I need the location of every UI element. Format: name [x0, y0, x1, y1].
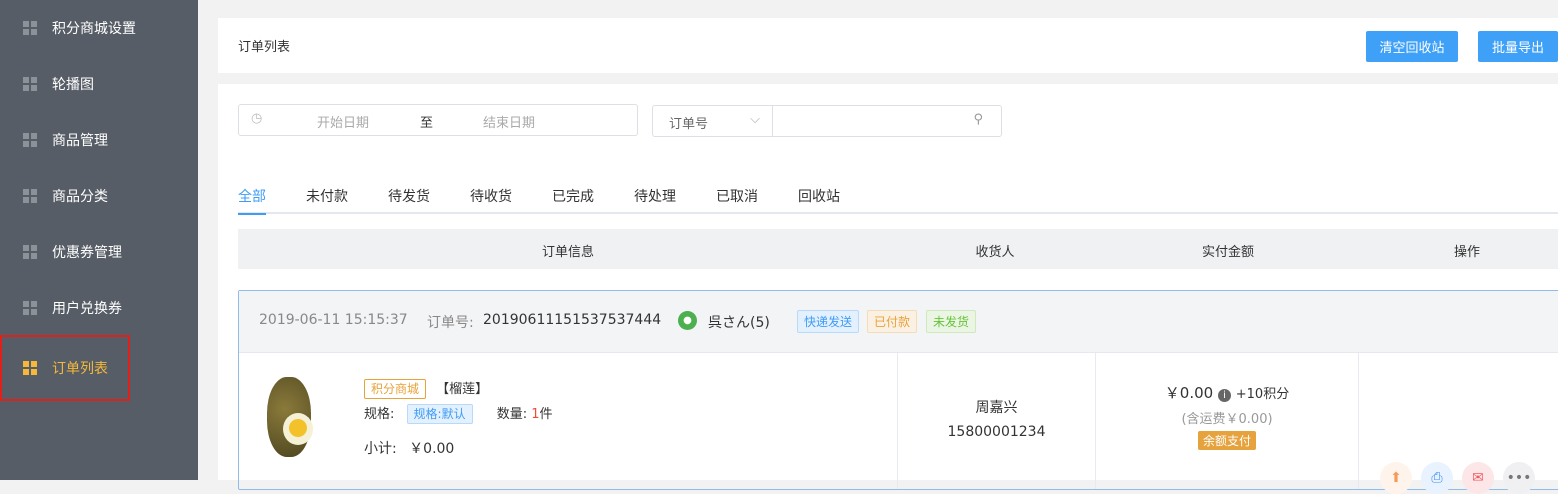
date-range-picker[interactable]: ◷ 开始日期 至 结束日期	[238, 104, 638, 136]
sidebar-item-user-coupons[interactable]: 用户兑换券	[0, 280, 198, 336]
product-info: 积分商城 【榴莲】 规格: 规格:默认 数量: 1件 小计: ￥0.00	[364, 378, 553, 458]
info-icon[interactable]: i	[1217, 389, 1231, 402]
points: +10积分	[1235, 387, 1290, 402]
sidebar-item-label: 订单列表	[52, 361, 108, 377]
product-image	[261, 373, 316, 461]
order-panel: ◷ 开始日期 至 结束日期 订单号 ⌵ ⚲ 全部 未付款 待发货 待收货 已完成 …	[218, 84, 1558, 494]
sidebar-item-products[interactable]: 商品管理	[0, 112, 198, 168]
grid-icon	[23, 21, 37, 35]
range-separator: 至	[420, 116, 434, 131]
sidebar-item-categories[interactable]: 商品分类	[0, 168, 198, 224]
amount-cell: ￥0.00 i +10积分 (含运费￥0.00) 余额支付	[1095, 353, 1358, 489]
shipping-tag: 快递发送	[797, 310, 860, 333]
search-field-select[interactable]: 订单号 ⌵	[652, 105, 773, 137]
order-status-tabs: 全部 未付款 待发货 待收货 已完成 待处理 已取消 回收站	[238, 184, 1558, 215]
sidebar-item-label: 积分商城设置	[52, 21, 136, 37]
chevron-down-icon: ⌵	[750, 112, 760, 127]
spec-tag: 规格:默认	[406, 404, 473, 424]
grid-icon	[23, 77, 37, 91]
receiver-phone: 15800001234	[947, 424, 1046, 440]
page-header: 订单列表 清空回收站 批量导出	[218, 18, 1558, 73]
subtotal-label: 小计:	[364, 441, 397, 457]
qty-label: 数量:	[496, 407, 528, 422]
sidebar-item-label: 轮播图	[52, 77, 94, 93]
tab-to-receive[interactable]: 待收货	[470, 186, 512, 206]
print-icon[interactable]: ⎙	[1421, 462, 1453, 494]
qty-unit: 件	[539, 407, 553, 422]
product-name[interactable]: 【榴莲】	[436, 382, 488, 397]
sidebar-item-orders[interactable]: 订单列表	[0, 335, 130, 401]
tab-cancelled[interactable]: 已取消	[716, 186, 758, 206]
sidebar: 积分商城设置 轮播图 商品管理 商品分类 优惠券管理 用户兑换券 订单列表	[0, 0, 198, 480]
end-date-input[interactable]: 结束日期	[483, 112, 535, 131]
grid-icon	[23, 245, 37, 259]
grid-icon	[23, 361, 37, 375]
tab-unpaid[interactable]: 未付款	[306, 186, 348, 206]
order-time: 2019-06-11 15:15:37	[259, 312, 408, 328]
buyer-name[interactable]: 呉さん(5)	[708, 312, 770, 332]
start-date-input[interactable]: 开始日期	[317, 112, 369, 131]
order-no-label: 订单号:	[427, 315, 474, 331]
paid-amount: ￥0.00	[1164, 384, 1214, 402]
order-row: 2019-06-11 15:15:37 订单号: 201906111515375…	[238, 290, 1558, 494]
grid-icon	[23, 301, 37, 315]
paid-tag: 已付款	[867, 310, 918, 333]
subtotal-value: ￥0.00	[409, 441, 455, 457]
unshipped-tag: 未发货	[926, 310, 977, 333]
sidebar-item-label: 用户兑换券	[52, 301, 122, 317]
search-input[interactable]: ⚲	[773, 105, 1002, 137]
order-no: 20190611151537537444	[483, 312, 662, 328]
select-value: 订单号	[669, 117, 709, 132]
order-header: 2019-06-11 15:15:37 订单号: 201906111515375…	[239, 291, 1558, 353]
table-header: 订单信息 收货人 实付金额 操作	[238, 229, 1558, 269]
message-icon[interactable]: ✉	[1462, 462, 1494, 494]
column-receiver: 收货人	[975, 245, 1015, 260]
page-title: 订单列表	[238, 40, 291, 55]
grid-icon	[23, 133, 37, 147]
more-icon[interactable]: •••	[1503, 462, 1535, 494]
column-actions: 操作	[1453, 245, 1481, 260]
actions-cell: ⬆ ⎙ ✉ •••	[1358, 353, 1558, 494]
source-tag: 积分商城	[364, 379, 427, 399]
column-amount: 实付金额	[1201, 245, 1255, 260]
spec-label: 规格:	[364, 407, 395, 422]
clear-recycle-bin-button[interactable]: 清空回收站	[1366, 31, 1458, 62]
receiver-name: 周嘉兴	[975, 400, 1018, 416]
batch-export-button[interactable]: 批量导出	[1478, 31, 1558, 62]
tab-recycle-bin[interactable]: 回收站	[798, 186, 840, 206]
grid-icon	[23, 189, 37, 203]
tab-completed[interactable]: 已完成	[552, 186, 594, 206]
wechat-icon: ●	[678, 311, 697, 330]
sidebar-item-label: 商品管理	[52, 133, 108, 149]
shipping-fee: (含运费￥0.00)	[1181, 412, 1273, 427]
sidebar-item-coupons[interactable]: 优惠券管理	[0, 224, 198, 280]
tab-all[interactable]: 全部	[238, 186, 266, 215]
tab-pending[interactable]: 待处理	[634, 186, 676, 206]
column-order-info: 订单信息	[541, 245, 595, 260]
payment-method-tag: 余额支付	[1197, 431, 1256, 450]
clock-icon: ◷	[251, 111, 263, 126]
sidebar-item-label: 优惠券管理	[52, 245, 122, 261]
receiver-cell: 周嘉兴 15800001234	[897, 353, 1095, 489]
ship-icon[interactable]: ⬆	[1380, 462, 1412, 494]
qty-value: 1	[531, 407, 540, 422]
sidebar-item-mall-settings[interactable]: 积分商城设置	[0, 0, 198, 56]
sidebar-item-label: 商品分类	[52, 189, 108, 205]
sidebar-item-carousel[interactable]: 轮播图	[0, 56, 198, 112]
tab-to-ship[interactable]: 待发货	[388, 186, 430, 206]
search-icon[interactable]: ⚲	[973, 112, 983, 127]
